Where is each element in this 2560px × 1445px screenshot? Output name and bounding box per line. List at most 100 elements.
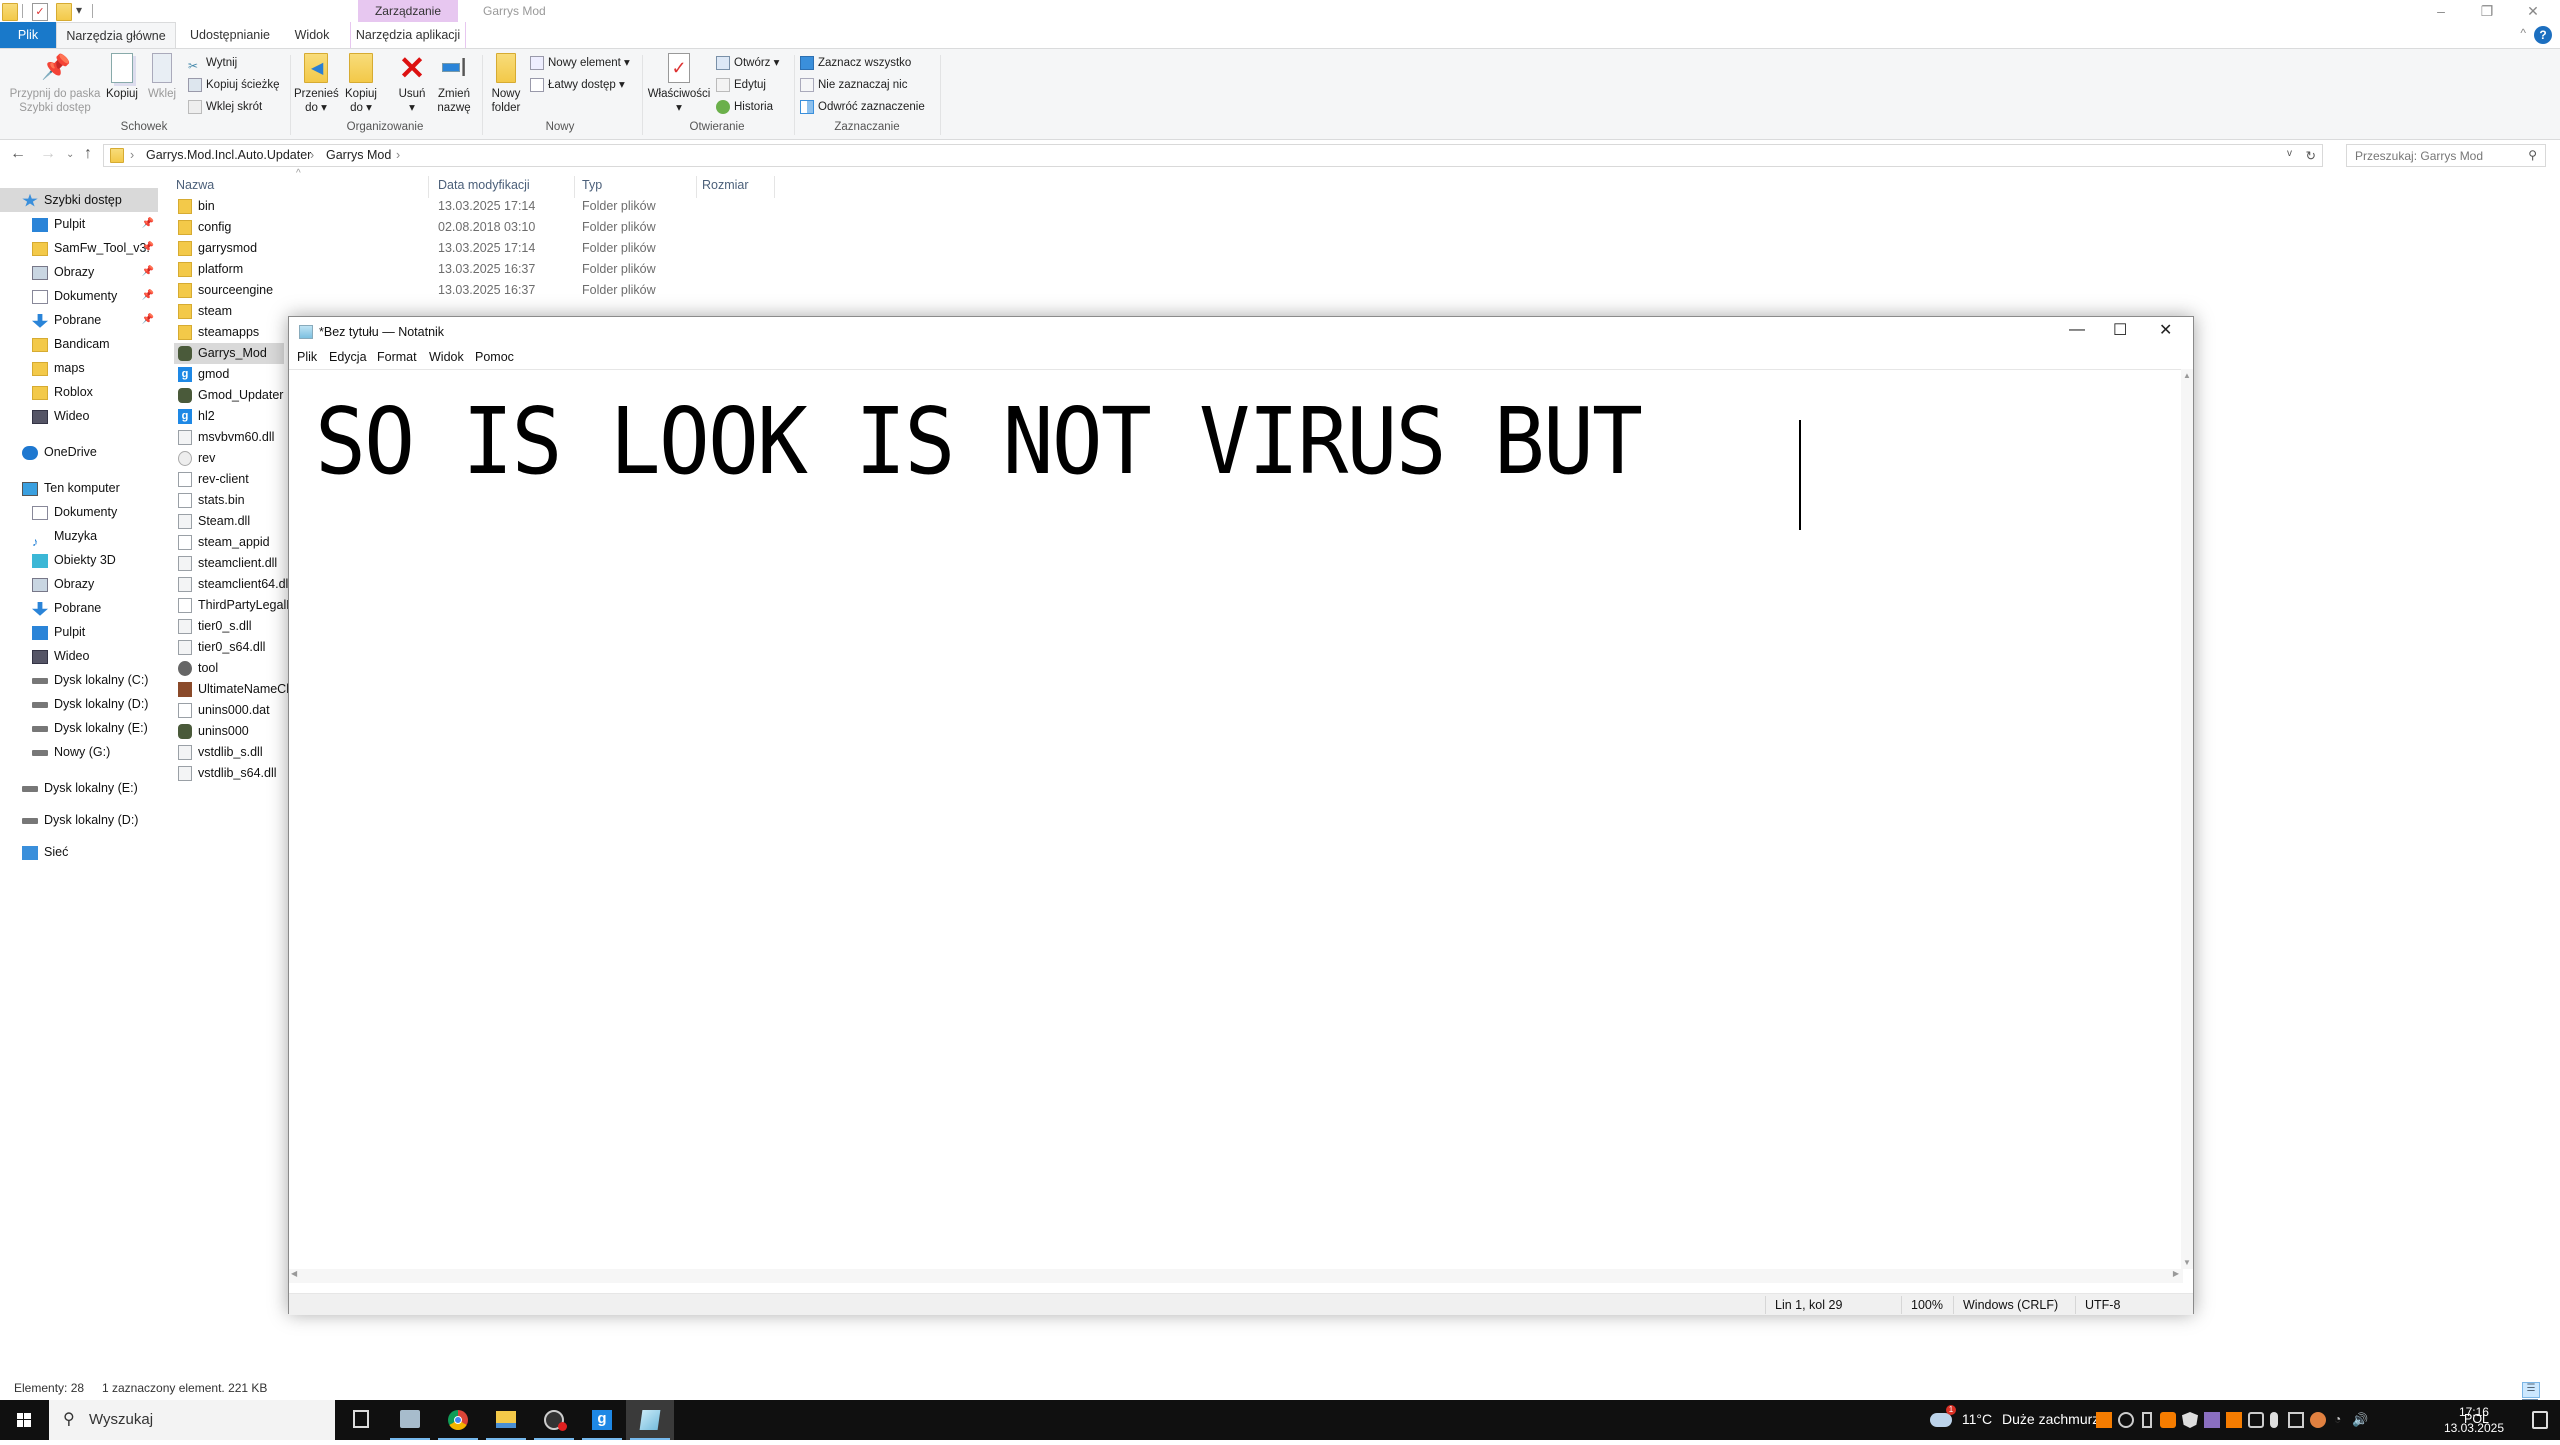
clock[interactable]: 17:16 13.03.2025 xyxy=(2444,1404,2504,1436)
file-row[interactable]: bin 13.03.2025 17:14 Folder plików xyxy=(174,196,734,217)
file-row[interactable]: platform 13.03.2025 16:37 Folder plików xyxy=(174,259,734,280)
rename-button[interactable]: I Zmień nazwę xyxy=(432,53,476,115)
pin-icon[interactable]: 📌 xyxy=(142,212,154,236)
network-tray-icon[interactable] xyxy=(2204,1412,2220,1428)
taskbar-app-obs[interactable] xyxy=(530,1400,578,1440)
weather-widget[interactable]: 1 11°C Duże zachmurz... xyxy=(1930,1405,2111,1428)
menu-view[interactable]: Widok xyxy=(429,350,464,364)
sidebar-item[interactable]: Obiekty 3D xyxy=(0,548,158,572)
column-header-name[interactable]: Nazwa xyxy=(176,178,214,192)
notepad-minimize-button[interactable]: — xyxy=(2069,321,2085,339)
cut-button[interactable]: ✂ Wytnij xyxy=(188,53,237,73)
menu-file[interactable]: Plik xyxy=(297,350,317,364)
sidebar-item[interactable]: Wideo xyxy=(0,644,158,668)
sidebar-item[interactable]: Bandicam xyxy=(0,332,158,356)
taskbar-app-gmod[interactable]: g xyxy=(578,1400,626,1440)
start-button[interactable] xyxy=(0,1400,48,1440)
sidebar-item[interactable]: Obrazy xyxy=(0,572,158,596)
divider[interactable] xyxy=(696,176,697,198)
wifi-icon[interactable]: ◔ xyxy=(2334,1412,2350,1428)
notepad-title-bar[interactable]: *Bez tytułu — Notatnik — ☐ ✕ xyxy=(289,317,2193,347)
sidebar-item[interactable]: Dysk lokalny (E:) xyxy=(0,716,158,740)
display-icon[interactable] xyxy=(2288,1412,2304,1428)
properties-button[interactable]: ✓ Właściwości ▾ xyxy=(646,53,712,115)
sidebar-item[interactable]: Dysk lokalny (D:) xyxy=(0,692,158,716)
search-input[interactable]: Przeszukaj: Garrys Mod ⚲ xyxy=(2346,144,2546,167)
collapse-ribbon-icon[interactable]: ^ xyxy=(2520,26,2526,40)
sidebar-item[interactable]: Pobrane 📌 xyxy=(0,308,158,332)
copy-path-button[interactable]: Kopiuj ścieżkę xyxy=(188,75,280,95)
new-item-button[interactable]: Nowy element ▾ xyxy=(530,53,630,73)
tab-share[interactable]: Udostępnianie xyxy=(178,22,282,48)
taskbar-app-file-explorer[interactable] xyxy=(482,1400,530,1440)
file-row[interactable]: config 02.08.2018 03:10 Folder plików xyxy=(174,217,734,238)
sidebar-item[interactable]: ♪ Muzyka xyxy=(0,524,158,549)
sidebar-item[interactable]: Wideo xyxy=(0,404,158,428)
tab-app-tools[interactable]: Narzędzia aplikacji xyxy=(350,22,466,48)
pin-icon[interactable]: 📌 xyxy=(142,308,154,332)
pin-icon[interactable]: 📌 xyxy=(142,260,154,284)
column-header-size[interactable]: Rozmiar xyxy=(702,178,749,192)
edit-button[interactable]: Edytuj xyxy=(716,75,766,95)
taskbar-app-notepad[interactable] xyxy=(626,1400,674,1440)
tray-app-icon[interactable] xyxy=(2310,1412,2326,1428)
sidebar-item[interactable]: Pulpit xyxy=(0,620,158,644)
sidebar-item[interactable]: Dysk lokalny (D:) xyxy=(0,808,158,832)
tray-app-icon[interactable] xyxy=(2226,1412,2242,1428)
menu-format[interactable]: Format xyxy=(377,350,417,364)
sidebar-item[interactable]: Ten komputer xyxy=(0,476,158,500)
properties-quick-icon[interactable]: ✓ xyxy=(32,3,48,21)
select-all-button[interactable]: Zaznacz wszystko xyxy=(800,53,911,73)
task-view-button[interactable] xyxy=(338,1400,386,1440)
menu-help[interactable]: Pomoc xyxy=(475,350,514,364)
column-header-type[interactable]: Typ xyxy=(582,178,602,192)
breadcrumb-item[interactable]: Garrys.Mod.Incl.Auto.Updater xyxy=(146,148,311,162)
restore-button[interactable]: ❐ xyxy=(2464,0,2510,22)
divider[interactable] xyxy=(574,176,575,198)
sidebar-item[interactable]: SamFw_Tool_v3. 📌 xyxy=(0,236,158,260)
tray-app-icon[interactable] xyxy=(2096,1412,2112,1428)
volume-icon[interactable]: 🔊 xyxy=(2352,1412,2368,1428)
close-button[interactable]: ✕ xyxy=(2510,0,2556,22)
pin-icon[interactable]: 📌 xyxy=(142,284,154,308)
sidebar-item[interactable]: Roblox xyxy=(0,380,158,404)
paste-shortcut-button[interactable]: Wklej skrót xyxy=(188,97,262,117)
address-bar[interactable]: › Garrys.Mod.Incl.Auto.Updater › Garrys … xyxy=(103,144,2323,167)
sidebar-item[interactable]: Nowy (G:) xyxy=(0,740,158,764)
menu-edit[interactable]: Edycja xyxy=(329,350,367,364)
open-button[interactable]: Otwórz ▾ xyxy=(716,53,779,73)
taskbar-app-control-panel[interactable] xyxy=(386,1400,434,1440)
vertical-scrollbar[interactable]: ▲ ▼ xyxy=(2181,369,2193,1269)
divider[interactable] xyxy=(428,176,429,198)
sidebar-item[interactable]: Dokumenty 📌 xyxy=(0,284,158,308)
forward-button[interactable]: → xyxy=(40,145,56,163)
pin-icon[interactable]: 📌 xyxy=(142,236,154,260)
tray-app-icon[interactable] xyxy=(2160,1412,2176,1428)
notification-center-icon[interactable] xyxy=(2532,1411,2548,1429)
obs-tray-icon[interactable] xyxy=(2118,1412,2134,1428)
details-view-icon[interactable]: ☰ xyxy=(2522,1382,2540,1398)
file-row[interactable]: Garrys_Mod xyxy=(174,343,284,364)
recent-locations-button[interactable]: ⌄ xyxy=(66,149,74,160)
tab-home[interactable]: Narzędzia główne xyxy=(56,22,176,48)
tab-view[interactable]: Widok xyxy=(284,22,340,48)
taskbar-app-chrome[interactable] xyxy=(434,1400,482,1440)
invert-selection-button[interactable]: Odwróć zaznaczenie xyxy=(800,97,925,117)
history-button[interactable]: Historia xyxy=(716,97,773,117)
new-folder-button[interactable]: Nowy folder xyxy=(486,53,526,115)
sidebar-item[interactable]: maps xyxy=(0,356,158,380)
column-header-date[interactable]: Data modyfikacji xyxy=(438,178,530,192)
notepad-text-area[interactable]: SO IS LOOK IS NOT VIRUS BUT xyxy=(289,369,2183,1269)
customize-quick-access-icon[interactable]: ▾ xyxy=(76,3,82,17)
move-to-button[interactable]: ◀ Przenieś do ▾ xyxy=(294,53,339,115)
delete-button[interactable]: ✕ Usuń ▾ xyxy=(392,52,432,115)
up-button[interactable]: ↑ xyxy=(84,145,92,163)
sidebar-item[interactable]: Pobrane xyxy=(0,596,158,620)
notepad-close-button[interactable]: ✕ xyxy=(2159,320,2172,340)
select-none-button[interactable]: Nie zaznaczaj nic xyxy=(800,75,907,95)
sidebar-item[interactable]: Szybki dostęp xyxy=(0,188,158,212)
file-row[interactable]: sourceengine 13.03.2025 16:37 Folder plikó… xyxy=(174,280,734,301)
taskbar-search-input[interactable]: ⚲ Wyszukaj xyxy=(49,1400,335,1440)
sidebar-item[interactable]: Dysk lokalny (C:) xyxy=(0,668,158,692)
horizontal-scrollbar[interactable]: ◀ ▶ xyxy=(289,1269,2183,1283)
